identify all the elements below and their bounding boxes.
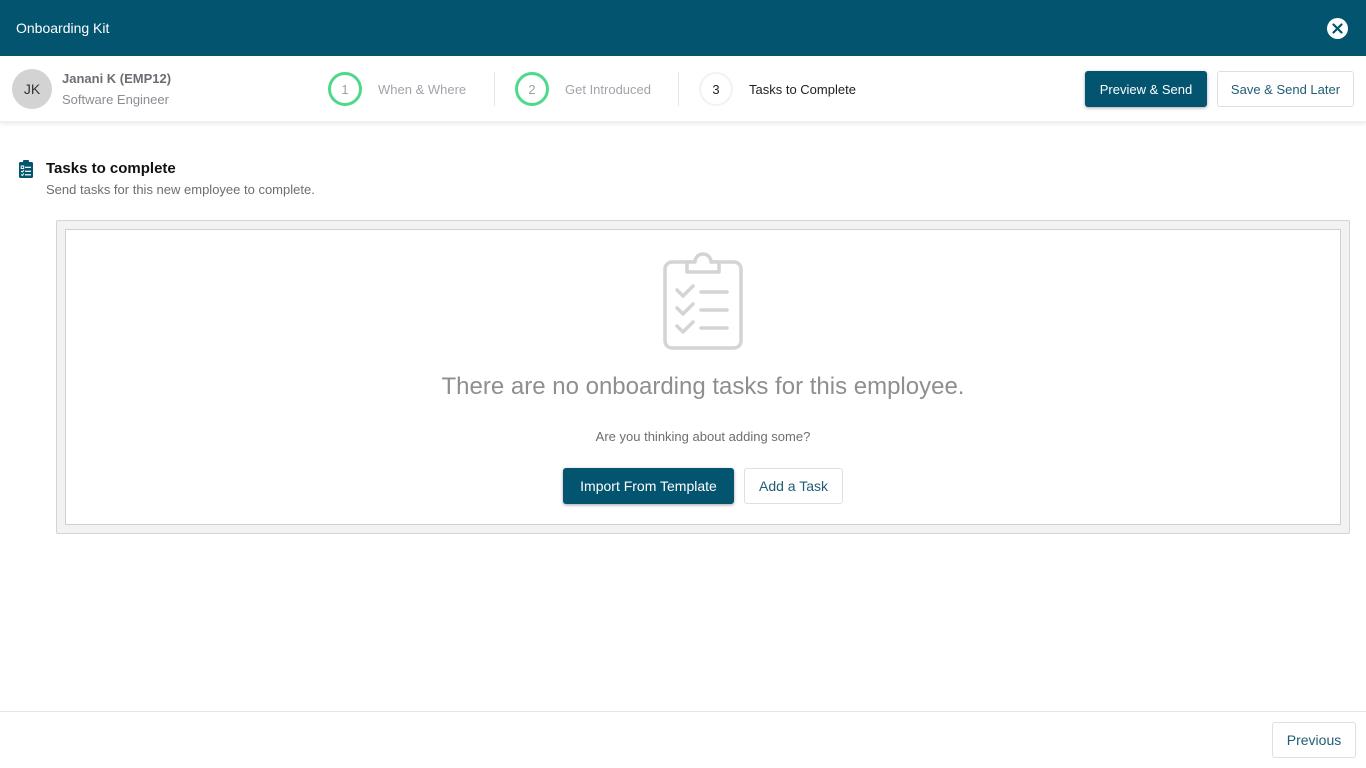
avatar: JK xyxy=(12,69,52,109)
footer-divider xyxy=(0,711,1366,712)
section-subtitle: Send tasks for this new employee to comp… xyxy=(46,182,315,197)
step-number: 2 xyxy=(515,72,549,106)
previous-button[interactable]: Previous xyxy=(1272,722,1356,758)
employee-name: Janani K (EMP12) xyxy=(62,71,172,86)
step-tasks-to-complete[interactable]: 3 Tasks to Complete xyxy=(699,72,856,106)
step-divider xyxy=(494,72,495,106)
clipboard-checklist-icon xyxy=(18,159,34,184)
preview-send-button[interactable]: Preview & Send xyxy=(1085,71,1207,107)
clipboard-checklist-icon xyxy=(663,250,743,355)
step-label: Tasks to Complete xyxy=(749,81,856,97)
step-divider xyxy=(678,72,679,106)
employee-role: Software Engineer xyxy=(62,92,169,107)
title-bar: Onboarding Kit xyxy=(0,0,1366,56)
save-send-later-button[interactable]: Save & Send Later xyxy=(1217,71,1354,107)
step-when-where[interactable]: 1 When & Where xyxy=(328,72,466,106)
section-title: Tasks to complete xyxy=(46,160,176,177)
wizard-header: JK Janani K (EMP12) Software Engineer 1 … xyxy=(0,56,1366,122)
add-task-button[interactable]: Add a Task xyxy=(744,468,843,504)
close-icon xyxy=(1332,23,1343,34)
step-number: 1 xyxy=(328,72,362,106)
empty-state-subtitle: Are you thinking about adding some? xyxy=(595,429,811,444)
step-label: Get Introduced xyxy=(565,81,651,97)
close-button[interactable] xyxy=(1327,18,1348,39)
step-number: 3 xyxy=(699,72,733,106)
step-get-introduced[interactable]: 2 Get Introduced xyxy=(515,72,651,106)
import-from-template-button[interactable]: Import From Template xyxy=(563,468,734,504)
empty-state-title: There are no onboarding tasks for this e… xyxy=(441,373,965,400)
step-label: When & Where xyxy=(378,81,467,97)
window-title: Onboarding Kit xyxy=(16,20,110,36)
